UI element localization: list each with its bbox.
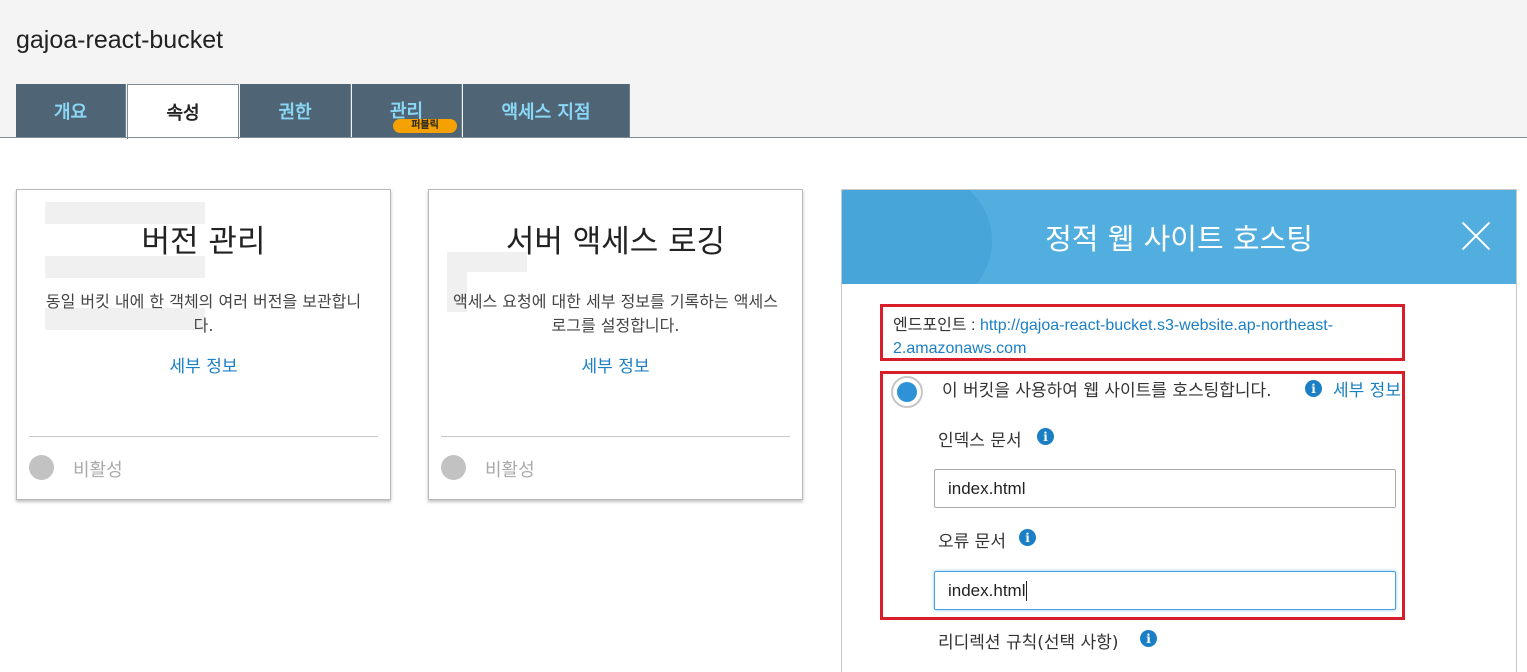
public-badge: 퍼블릭 (393, 119, 457, 133)
card-status: 비활성 (485, 460, 535, 481)
versioning-card[interactable]: 버전 관리 동일 버킷 내에 한 객체의 여러 버전을 보관합니다. 세부 정보… (16, 189, 391, 500)
panel-title: 정적 웹 사이트 호스팅 (1045, 222, 1313, 256)
index-document-input[interactable]: index.html (934, 469, 1396, 508)
panel-header: 정적 웹 사이트 호스팅 (842, 190, 1516, 284)
host-website-label: 이 버킷을 사용하여 웹 사이트를 호스팅합니다. (942, 381, 1272, 401)
endpoint-label: 엔드포인트 : (893, 317, 976, 334)
tabs-divider (0, 137, 1527, 138)
error-document-input[interactable]: index.html (934, 571, 1396, 610)
tab-properties[interactable]: 속성 (127, 84, 239, 139)
card-title: 버전 관리 (141, 224, 266, 260)
info-icon[interactable]: i (1305, 380, 1322, 397)
tab-permissions[interactable]: 권한 (240, 84, 351, 137)
close-icon[interactable] (1460, 220, 1492, 252)
endpoint: 엔드포인트 : http://gajoa-react-bucket.s3-web… (893, 314, 1393, 360)
index-document-value: index.html (948, 478, 1026, 498)
host-details-link[interactable]: 세부 정보 (1333, 376, 1401, 401)
info-icon[interactable]: i (1019, 529, 1036, 546)
card-description: 동일 버킷 내에 한 객체의 여러 버전을 보관합니다. (45, 292, 362, 335)
host-website-radio[interactable] (891, 376, 923, 408)
tab-overview[interactable]: 개요 (16, 84, 126, 137)
error-document-label: 오류 문서 (938, 532, 1006, 552)
status-radio[interactable] (441, 455, 466, 480)
status-radio[interactable] (29, 455, 54, 480)
card-details-link[interactable]: 세부 정보 (17, 352, 390, 377)
info-icon[interactable]: i (1037, 428, 1054, 445)
server-access-logging-card[interactable]: 서버 액세스 로깅 액세스 요청에 대한 세부 정보를 기록하는 액세스 로그를… (428, 189, 803, 500)
bucket-title: gajoa-react-bucket (16, 26, 224, 54)
card-divider (29, 436, 378, 437)
text-caret (1026, 580, 1028, 601)
tab-access-points[interactable]: 액세스 지점 (463, 84, 630, 137)
card-description: 액세스 요청에 대한 세부 정보를 기록하는 액세스 로그를 설정합니다. (453, 292, 778, 335)
card-details-link[interactable]: 세부 정보 (429, 352, 802, 377)
card-title: 서버 액세스 로깅 (505, 224, 726, 260)
info-icon[interactable]: i (1140, 630, 1157, 647)
error-document-value: index.html (948, 580, 1026, 600)
redirect-rules-label: 리디렉션 규칙(선택 사항) (938, 633, 1119, 653)
index-document-label: 인덱스 문서 (938, 431, 1022, 451)
card-status: 비활성 (73, 460, 123, 481)
card-divider (441, 436, 790, 437)
